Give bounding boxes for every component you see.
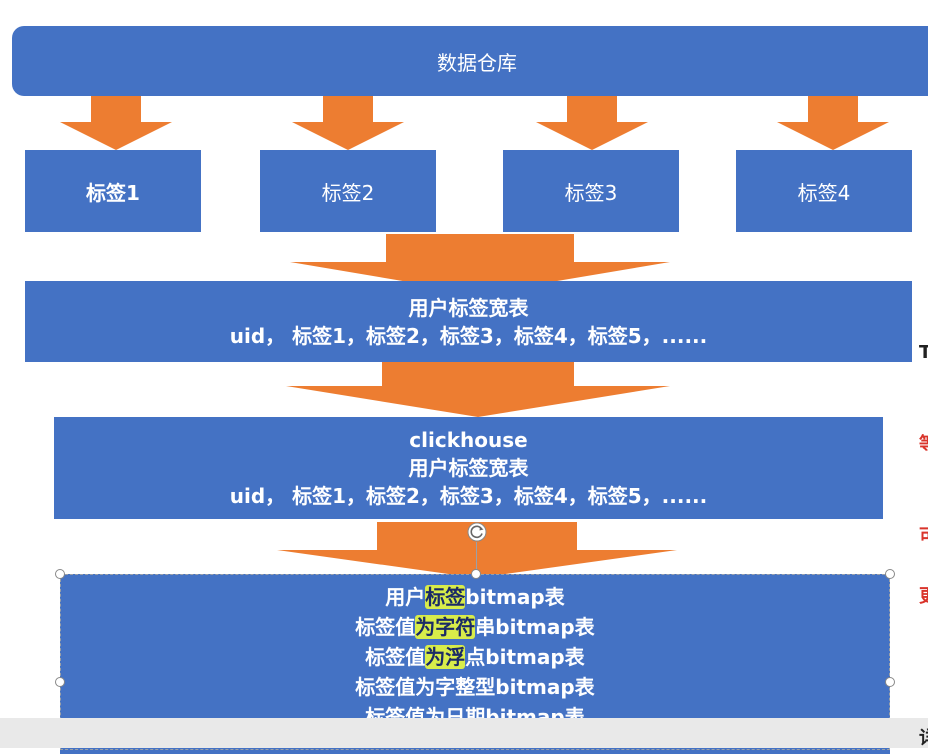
tag-box-1: 标签1	[25, 150, 201, 232]
tag-label-2: 标签2	[321, 180, 375, 205]
arrow-wide-table-to-clickhouse	[286, 362, 670, 417]
resize-handle-middle-right[interactable]	[885, 677, 895, 687]
arrow-warehouse-to-tag-4	[777, 96, 889, 150]
text-highlight: 为字符	[415, 615, 476, 639]
tag-label-1: 标签1	[86, 180, 140, 205]
edge-glyph-5: 详	[919, 724, 928, 750]
status-strip	[0, 718, 928, 748]
rotate-handle-icon[interactable]	[467, 522, 487, 542]
clickhouse-table-title: 用户标签宽表	[408, 456, 529, 480]
bitmap-line-4: 标签值为字整型bitmap表	[355, 675, 595, 699]
tag-box-4: 标签4	[736, 150, 912, 232]
bitmap-line-3: 标签值为浮点bitmap表	[365, 645, 585, 669]
edge-glyph-4: 更	[919, 582, 928, 608]
data-warehouse-box: 数据仓库	[12, 26, 928, 96]
tag-box-3: 标签3	[503, 150, 679, 232]
edge-glyph-1: T	[919, 342, 928, 363]
bitmap-line-1: 用户标签bitmap表	[385, 585, 565, 609]
tag-box-2: 标签2	[260, 150, 436, 232]
data-warehouse-label: 数据仓库	[437, 50, 517, 75]
resize-handle-top-right[interactable]	[885, 569, 895, 579]
clickhouse-engine-label: clickhouse	[409, 428, 528, 452]
resize-handle-top-left[interactable]	[55, 569, 65, 579]
resize-handle-middle-left[interactable]	[55, 677, 65, 687]
wide-table-columns: uid， 标签1，标签2，标签3，标签4，标签5，......	[229, 323, 708, 348]
edge-glyph-3: 可	[919, 522, 928, 548]
tag-label-4: 标签4	[797, 180, 851, 205]
rotate-handle-stem	[476, 542, 477, 572]
tag-label-3: 标签3	[564, 180, 618, 205]
user-tag-wide-table-box: 用户标签宽表 uid， 标签1，标签2，标签3，标签4，标签5，......	[25, 281, 912, 362]
arrow-warehouse-to-tag-1	[60, 96, 172, 150]
text-highlight: 为浮	[425, 645, 466, 669]
resize-handle-top-center[interactable]	[471, 569, 481, 579]
text-highlight: 标签	[425, 585, 466, 609]
arrow-warehouse-to-tag-2	[292, 96, 404, 150]
clickhouse-table-columns: uid， 标签1，标签2，标签3，标签4，标签5，......	[229, 484, 708, 508]
edge-glyph-2: 等	[919, 430, 928, 456]
bitmap-line-2: 标签值为字符串bitmap表	[355, 615, 595, 639]
arrow-warehouse-to-tag-3	[536, 96, 648, 150]
clickhouse-wide-table-box: clickhouse 用户标签宽表 uid， 标签1，标签2，标签3，标签4，标…	[54, 417, 883, 519]
wide-table-title: 用户标签宽表	[408, 295, 529, 320]
